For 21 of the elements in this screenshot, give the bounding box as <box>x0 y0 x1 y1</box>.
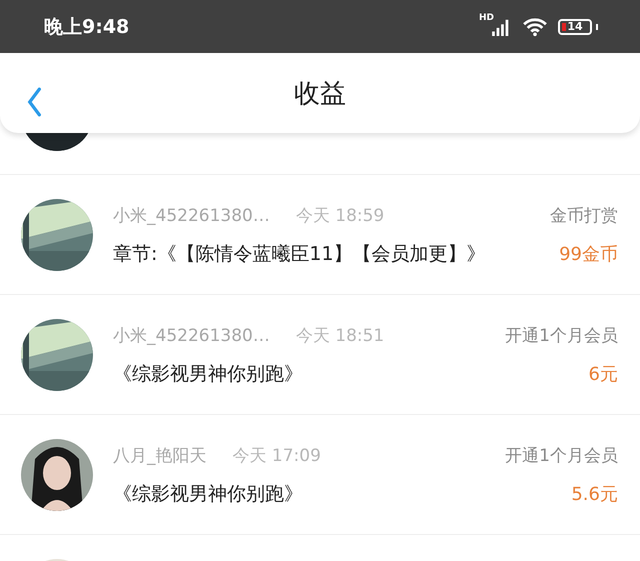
income-amount: 5.6元 <box>571 483 618 506</box>
user-name: 小米_452261380… <box>113 325 270 347</box>
timestamp: 今天 18:51 <box>296 325 384 347</box>
income-amount: 99金币 <box>559 243 618 266</box>
timestamp: 今天 17:09 <box>232 445 321 467</box>
battery-level: 14 <box>567 20 583 33</box>
income-type: 开通1个月会员 <box>505 445 618 467</box>
income-type: 开通1个月会员 <box>505 325 618 347</box>
item-title: 章节:《【陈情令蓝曦臣11】【会员加更】》 <box>113 242 487 267</box>
back-icon[interactable] <box>26 87 42 117</box>
income-type: 金币打赏 <box>550 205 618 227</box>
network-label: HD <box>478 12 494 22</box>
user-name: 小米_452261380… <box>113 205 270 227</box>
timestamp: 今天 18:59 <box>296 205 384 227</box>
income-amount: 6元 <box>588 363 618 386</box>
user-name: 八月_艳阳天 <box>113 445 206 467</box>
item-title: 《综影视男神你别跑》 <box>113 482 304 507</box>
wifi-icon <box>522 16 548 36</box>
status-time: 晚上9:48 <box>44 14 130 40</box>
page-title: 收益 <box>294 78 346 110</box>
item-title: 《综影视男神你别跑》 <box>113 362 304 387</box>
